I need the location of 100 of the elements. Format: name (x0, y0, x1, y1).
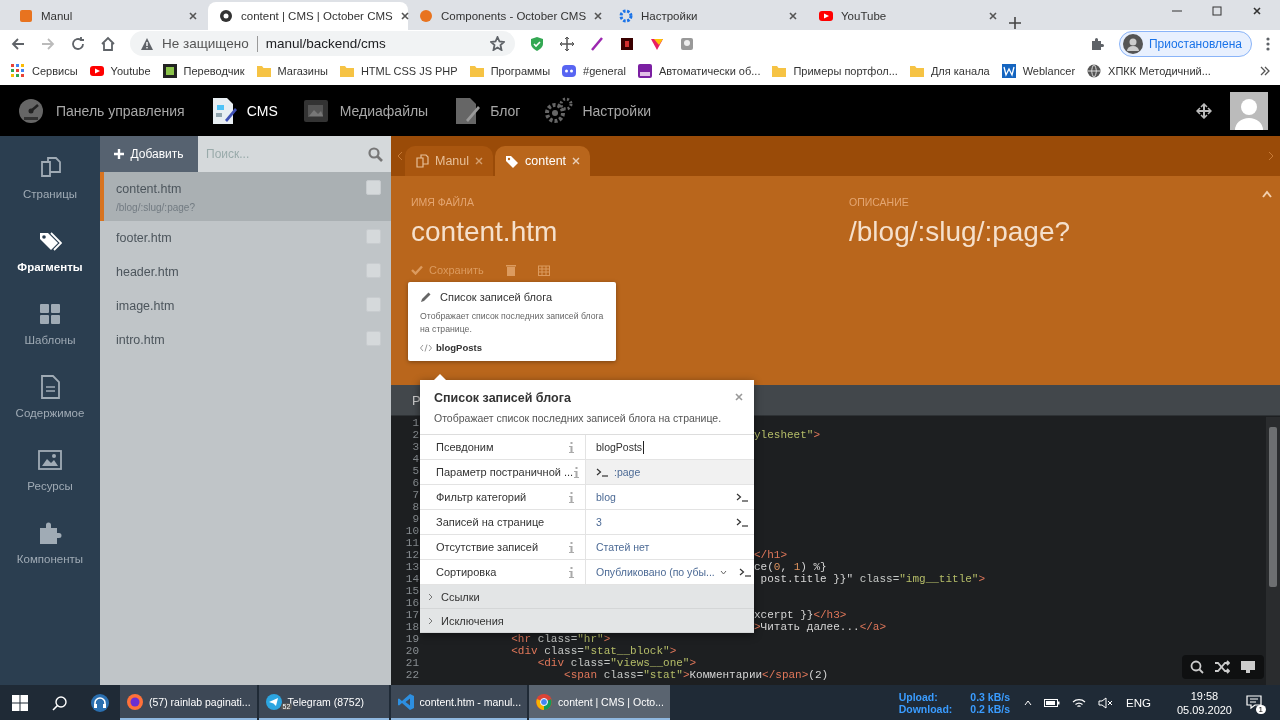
property-value[interactable]: Статей нет (596, 541, 650, 553)
document-icon (38, 375, 62, 399)
browser-tab[interactable]: content | CMS | October CMS (208, 2, 408, 30)
bookmark[interactable]: #general (561, 63, 626, 79)
checkbox[interactable] (366, 180, 381, 195)
line-number: 11 (404, 537, 419, 549)
tab-favicon (818, 8, 834, 24)
taskbar-app[interactable]: content.htm - manul... (390, 685, 528, 720)
clock[interactable]: 19:58 05.09.2020 (1176, 688, 1232, 717)
bookmark[interactable]: Weblancer (1000, 63, 1076, 79)
nav-item[interactable]: Панель управления (18, 95, 185, 126)
taskbar-app[interactable]: (57) rainlab paginati... (120, 685, 257, 720)
property-row[interactable]: blog (586, 485, 754, 509)
file-path: /blog/:slug/:page? (116, 202, 196, 213)
terminal-icon[interactable] (738, 567, 751, 577)
property-label: Записей на странице (436, 516, 546, 528)
maximize-icon[interactable] (1212, 6, 1222, 16)
bookmark[interactable]: Сервисы (10, 63, 78, 79)
bookmark[interactable]: Программы (468, 63, 551, 79)
new-tab-icon[interactable] (1008, 16, 1022, 30)
property-row[interactable]: Статей нет (586, 535, 754, 559)
property-group[interactable]: Ссылки (420, 585, 754, 609)
file-name: content.htm (116, 182, 183, 196)
feather-icon[interactable] (589, 35, 606, 52)
code-line: ce(0, 1) %} (754, 561, 827, 573)
line-number: 9 (411, 513, 419, 525)
search-icon[interactable] (52, 694, 68, 711)
profile-button[interactable]: Приостановлена (1118, 30, 1252, 57)
warning-icon (140, 36, 154, 51)
file-item[interactable]: content.htm /blog/:slug/:page? (100, 172, 391, 221)
bookmark[interactable]: Примеры портфол... (771, 63, 898, 79)
menu-icon[interactable] (1266, 35, 1270, 52)
property-value[interactable]: 3 (596, 516, 602, 528)
shield-icon[interactable] (529, 35, 546, 52)
property-group[interactable]: Исключения (420, 609, 754, 633)
close-icon[interactable] (1252, 6, 1262, 16)
more-bookmarks-icon[interactable] (1260, 66, 1270, 76)
property-row[interactable]: :page (586, 460, 754, 484)
close-icon[interactable] (788, 11, 798, 21)
folder-icon (338, 63, 355, 79)
close-icon[interactable] (188, 11, 198, 21)
bookmark[interactable]: Для канала (908, 63, 990, 79)
line-number: 15 (404, 585, 419, 597)
move-icon[interactable] (1196, 102, 1212, 119)
search-icon[interactable] (1190, 660, 1204, 674)
taskbar-app[interactable]: content | CMS | Octo... (529, 685, 670, 720)
editor-tab[interactable]: content (495, 146, 591, 176)
user-avatar[interactable] (1230, 91, 1268, 130)
browser-tab[interactable]: YouTube (808, 2, 1008, 30)
notification-icon[interactable] (1246, 693, 1262, 710)
dropdown[interactable]: Опубликовано (по убы... (596, 566, 727, 578)
close-icon[interactable] (593, 11, 604, 21)
nav-item[interactable]: Медиафайлы (301, 95, 429, 126)
nav-item[interactable]: CMS (208, 95, 278, 126)
bookmark-favicon (88, 63, 105, 79)
bookmark[interactable]: Автоматически об... (636, 63, 761, 79)
extension-icon[interactable] (619, 35, 636, 52)
property-row[interactable]: blogPosts (586, 435, 754, 459)
property-row[interactable]: 3 (586, 510, 754, 534)
bookmark[interactable]: Youtube (88, 63, 151, 79)
monitor-icon[interactable] (1240, 660, 1256, 674)
battery-icon[interactable] (1044, 697, 1060, 708)
search-field[interactable]: Поиск... (198, 136, 391, 172)
bookmark[interactable]: Магазины (255, 63, 328, 79)
shuffle-icon[interactable] (1214, 660, 1230, 674)
bookmark-star-icon[interactable] (490, 36, 506, 51)
terminal-icon[interactable] (736, 517, 748, 527)
sidebar-item[interactable]: Содержимое (0, 375, 100, 448)
bookmark[interactable]: ХПКК Методичний... (1086, 63, 1211, 79)
add-button[interactable]: Добавить (100, 136, 198, 172)
collapse-icon[interactable] (1262, 190, 1272, 198)
nav-item[interactable]: Настройки (544, 95, 652, 126)
bookmark[interactable]: HTML CSS JS PHP (338, 63, 458, 79)
reload-icon[interactable] (70, 35, 86, 52)
windows-icon[interactable] (12, 694, 28, 711)
move-icon[interactable] (559, 35, 576, 52)
terminal-icon[interactable] (736, 492, 748, 502)
sidebar-item[interactable]: Ресурсы (0, 448, 100, 521)
chevron-up-icon[interactable] (1024, 699, 1032, 706)
back-icon[interactable] (10, 35, 26, 52)
browser-tab[interactable]: Components - October CMS (408, 2, 608, 30)
nav-item[interactable]: Блог (452, 95, 521, 126)
bookmark[interactable]: Переводчик (161, 63, 245, 79)
wifi-icon[interactable] (1072, 696, 1086, 709)
close-icon[interactable] (988, 11, 998, 21)
headphones-icon[interactable] (90, 692, 110, 713)
folder-icon (908, 63, 925, 79)
browser-tab[interactable]: Manul (8, 2, 208, 30)
address-bar[interactable]: Не защищено manul/backend/cms (130, 31, 516, 56)
line-number: 16 (404, 597, 419, 609)
terminal-icon[interactable] (596, 467, 608, 477)
sidebar-item[interactable]: Компоненты (0, 521, 100, 594)
close-icon[interactable] (399, 11, 410, 21)
browser-tab[interactable]: Настройки (608, 2, 808, 30)
component-card[interactable]: Список записей блога (420, 291, 604, 303)
chevron-icon (428, 592, 433, 601)
muted-speaker-icon[interactable] (1098, 696, 1114, 709)
property-value[interactable]: blogPosts (596, 441, 643, 453)
home-icon[interactable] (100, 35, 116, 52)
property-value[interactable]: blog (596, 491, 616, 503)
